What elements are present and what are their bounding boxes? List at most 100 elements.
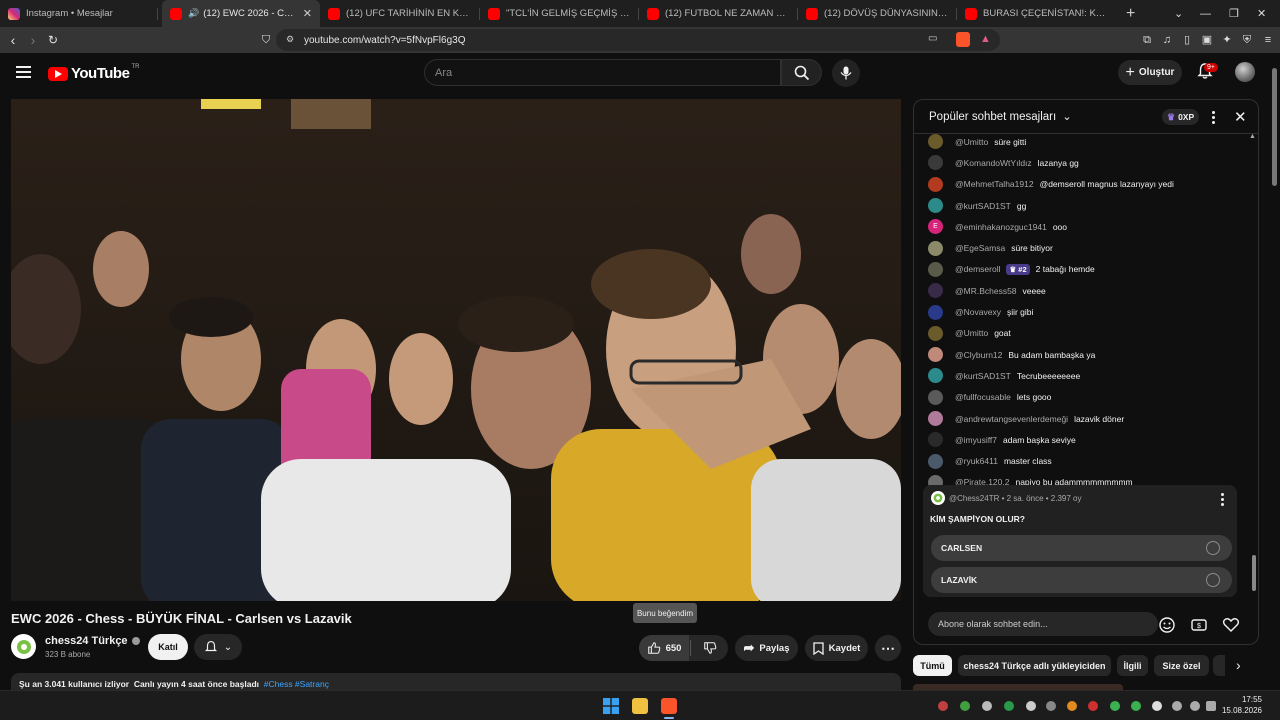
chat-author-name[interactable]: @demseroll [955,264,1000,274]
search-input[interactable] [425,60,780,85]
chat-author-avatar[interactable] [928,389,943,405]
wallet-icon[interactable]: ▣ [1200,33,1214,47]
chip-overflow[interactable] [1213,655,1225,676]
chat-author-avatar[interactable] [928,368,943,384]
tray-app-icon[interactable] [960,701,970,711]
brave-browser-icon[interactable] [661,698,677,714]
chip-all[interactable]: Tümü [913,655,952,676]
like-button[interactable]: 650 [639,635,689,661]
battery-icon[interactable] [1206,701,1216,711]
search-button[interactable] [781,59,822,86]
xp-badge[interactable]: ♛ 0XP [1162,109,1200,125]
guide-menu-icon[interactable] [16,66,31,78]
tray-app-icon[interactable] [1004,701,1014,711]
brave-shields-icon[interactable] [956,32,970,47]
chip-from-uploader[interactable]: chess24 Türkçe adlı yükleyiciden [958,655,1111,676]
windows-start-icon[interactable] [603,698,619,714]
browser-tab[interactable]: (12) UFC TARİHİNİN EN KUSURSUZ [320,0,480,27]
super-chat-icon[interactable]: $ [1190,616,1208,634]
bookmark-icon[interactable]: ⛉ [256,34,276,47]
chat-author-avatar[interactable] [928,432,943,448]
chat-message[interactable]: @Umitto goat [928,323,1248,344]
minimize-icon[interactable]: — [1200,0,1211,27]
browser-tab-instagram[interactable]: Instagram • Mesajlar [0,0,158,27]
volume-icon[interactable] [1190,701,1200,711]
chat-author-name[interactable]: @Umitto [955,328,988,338]
chat-author-avatar[interactable] [928,176,943,192]
browser-tab[interactable]: "TCL'İN GELMİŞ GEÇMİŞ EN İYİ ORT [480,0,639,27]
chat-author-name[interactable]: @kurtSAD1ST [955,201,1011,211]
chat-author-name[interactable]: @ryuk6411 [955,456,998,466]
chat-message[interactable]: @Clyburn12 Bu adam bambaşka ya [928,344,1248,365]
window-close-icon[interactable]: ✕ [1257,0,1266,27]
subscription-bell-button[interactable]: ⌄ [194,634,242,660]
reload-icon[interactable]: ↻ [43,33,63,47]
save-button[interactable]: Kaydet [805,635,868,661]
chat-author-name[interactable]: @Clyburn12 [955,350,1002,360]
chat-author-name[interactable]: @andrewtangsevenlerdemeği [955,414,1068,424]
chat-author-avatar[interactable] [928,155,943,171]
forward-arrow-icon[interactable]: › [23,32,43,48]
chat-message[interactable]: @andrewtangsevenlerdemeği lazavik döner [928,408,1248,429]
chat-message[interactable]: E @eminhakanozguc1941 ooo [928,216,1248,237]
chat-author-avatar[interactable] [928,347,943,363]
poll-option-lazavik[interactable]: LAZAVİK [931,567,1232,593]
chat-author-name[interactable]: @eminhakanozguc1941 [955,222,1047,232]
channel-name[interactable]: chess24 Türkçe [45,635,140,647]
chat-author-name[interactable]: @kurtSAD1ST [955,371,1011,381]
chat-author-avatar[interactable]: E [928,219,943,235]
site-info-icon[interactable]: ⚙ [286,34,294,45]
chat-author-avatar[interactable] [928,283,943,299]
voice-search-button[interactable] [832,59,860,87]
file-explorer-icon[interactable] [632,698,648,714]
emoji-icon[interactable] [1158,616,1176,634]
tray-app-icon[interactable] [1067,701,1077,711]
address-bar[interactable]: ⚙ youtube.com/watch?v=5fNvpFl6g3Q ▭ ▲ [276,29,1000,51]
browser-tab[interactable]: (12) DÖVÜŞ DÜNYASININ İKONU: C [798,0,957,27]
tray-app-icon[interactable] [938,701,948,711]
browser-tab[interactable]: (12) FUTBOL NE ZAMAN BİTECEK? [639,0,798,27]
chat-author-name[interactable]: @imyusiff7 [955,435,997,445]
chat-message[interactable]: @kurtSAD1ST gg [928,195,1248,216]
youtube-logo[interactable]: YouTube TR [48,64,139,82]
menu-icon[interactable]: ≡ [1261,33,1275,47]
chat-author-name[interactable]: @Umitto [955,137,988,147]
tray-app-icon[interactable] [1110,701,1120,711]
chip-for-you[interactable]: Size özel [1154,655,1209,676]
dislike-button[interactable] [695,635,725,661]
chat-author-name[interactable]: @fullfocusable [955,392,1011,402]
chat-author-avatar[interactable] [928,411,943,426]
chat-author-avatar[interactable] [928,453,943,469]
leo-ai-icon[interactable]: ✦ [1220,33,1234,47]
chat-author-name[interactable]: @Novavexy [955,307,1001,317]
chat-message[interactable]: @kurtSAD1ST Tecrubeeeeeeee [928,365,1248,386]
tray-app-icon[interactable] [1026,701,1036,711]
join-button[interactable]: Katıl [148,634,188,660]
chat-author-name[interactable]: @MehmetTalha1912 [955,179,1034,189]
new-tab-plus-icon[interactable]: + [1126,5,1135,23]
poll-option-carlsen[interactable]: CARLSEN [931,535,1232,561]
extensions-icon[interactable]: ⧉ [1140,33,1154,47]
chat-author-avatar[interactable] [928,304,943,320]
heart-icon[interactable] [1222,616,1240,634]
channel-avatar[interactable] [11,634,36,659]
tab-close-icon[interactable]: ✕ [303,7,312,20]
chat-more-icon[interactable] [1212,111,1215,126]
cast-icon[interactable]: ▭ [928,33,937,44]
chat-message[interactable]: @MR.Bchess58 veeee [928,280,1248,301]
chat-message[interactable]: @Umitto süre gitti [928,131,1248,152]
chat-scrollbar[interactable]: ▲ [1249,133,1256,606]
chat-message[interactable]: @EgeSamsa süre bitiyor [928,237,1248,258]
chat-message[interactable]: @imyusiff7 adam başka seviye [928,429,1248,450]
chip-related[interactable]: İlgili [1117,655,1148,676]
page-scrollbar-thumb[interactable] [1272,68,1277,186]
chat-mode-dropdown[interactable]: Popüler sohbet mesajları ⌄ [929,110,1072,123]
wifi-icon[interactable] [1172,701,1182,711]
chat-author-avatar[interactable] [928,261,943,277]
chat-author-avatar[interactable] [928,325,943,341]
account-avatar[interactable] [1235,62,1255,82]
chat-message[interactable]: @ryuk6411 master class [928,450,1248,471]
more-actions-button[interactable]: ⋯ [875,635,901,661]
tray-app-icon[interactable] [982,701,992,711]
chat-author-avatar[interactable] [928,240,943,256]
